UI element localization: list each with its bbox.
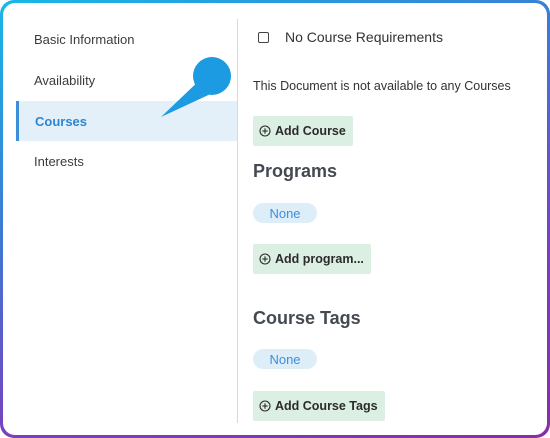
add-course-tags-label: Add Course Tags <box>275 399 378 413</box>
circle-plus-icon <box>259 253 271 265</box>
no-requirements-row: No Course Requirements <box>258 29 443 45</box>
pointer-callout-icon <box>161 57 231 117</box>
add-program-button[interactable]: Add program... <box>253 244 371 274</box>
add-course-label: Add Course <box>275 124 346 138</box>
sidebar-item-interests[interactable]: Interests <box>16 141 237 181</box>
circle-plus-icon <box>259 125 271 137</box>
add-course-tags-button[interactable]: Add Course Tags <box>253 391 385 421</box>
main-content: No Course Requirements This Document is … <box>250 19 540 423</box>
sidebar-item-basic-information[interactable]: Basic Information <box>16 19 237 59</box>
document-panel: Basic Information Availability Courses I… <box>3 3 547 435</box>
programs-title: Programs <box>253 161 338 181</box>
course-tags-title: Course Tags <box>253 308 361 328</box>
sidebar-item-label: Courses <box>35 113 88 129</box>
course-tags-status-badge: None <box>253 349 317 369</box>
no-requirements-checkbox[interactable] <box>258 31 269 43</box>
window-frame: Basic Information Availability Courses I… <box>0 0 550 438</box>
no-requirements-label: No Course Requirements <box>285 29 443 45</box>
add-course-button[interactable]: Add Course <box>253 116 353 146</box>
programs-status-badge: None <box>253 203 317 223</box>
circle-plus-icon <box>259 400 271 412</box>
sidebar-item-label: Basic Information <box>34 31 135 47</box>
add-program-label: Add program... <box>275 252 364 266</box>
sidebar-item-label: Availability <box>34 72 96 88</box>
availability-text: This Document is not available to any Co… <box>253 79 511 93</box>
sidebar-item-label: Interests <box>34 153 84 169</box>
